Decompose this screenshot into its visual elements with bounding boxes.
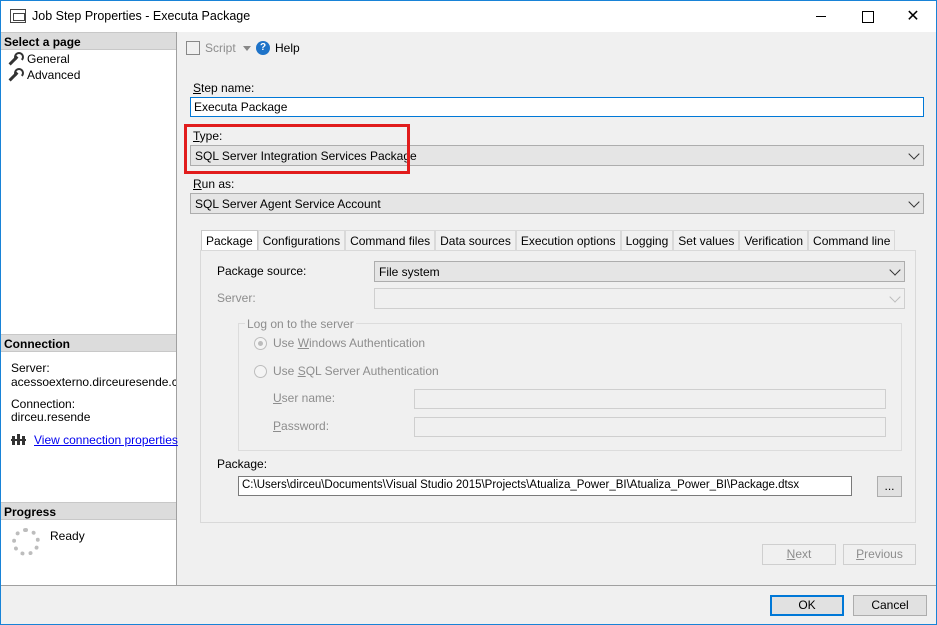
logon-group-label: Log on to the server (245, 317, 356, 331)
password-label: Password: (273, 419, 330, 433)
radio-icon (254, 336, 267, 350)
package-source-label: Package source: (217, 264, 307, 278)
wrench-icon (7, 52, 24, 66)
progress-spinner-icon (12, 528, 40, 556)
progress-status: Ready (50, 529, 85, 543)
step-name-input[interactable]: Executa Package (190, 97, 924, 117)
server-value: acessoexterno.dirceuresende.com\ (11, 375, 176, 389)
user-name-label: User name: (273, 391, 336, 405)
window-title: Job Step Properties - Executa Package (32, 9, 251, 23)
radio-icon (254, 364, 267, 378)
tab-verification[interactable]: Verification (739, 230, 809, 250)
app-icon (10, 9, 26, 23)
tab-execution-options[interactable]: Execution options (515, 230, 621, 250)
sql-auth-label: Use SQL Server Authentication (273, 364, 439, 378)
script-label: Script (205, 41, 236, 55)
help-button[interactable]: ? Help (256, 41, 300, 55)
next-button[interactable]: Next (762, 544, 836, 565)
close-button[interactable]: ✕ (890, 1, 936, 32)
view-connection-properties-link[interactable]: View connection properties (34, 433, 178, 447)
server-label: Server: (11, 361, 50, 375)
server-field-label: Server: (217, 291, 256, 305)
select-page-header: Select a page (1, 32, 176, 50)
script-button[interactable]: Script (186, 41, 251, 55)
tab-data-sources[interactable]: Data sources (435, 230, 516, 250)
run-as-label: Run as: (193, 177, 235, 191)
minimize-button[interactable] (798, 1, 844, 32)
server-select[interactable] (374, 288, 905, 309)
cancel-button[interactable]: Cancel (853, 595, 927, 616)
chevron-down-icon (242, 45, 251, 51)
windows-auth-radio[interactable]: Use Windows Authentication (254, 336, 425, 350)
step-name-label: Step name: (193, 81, 255, 95)
tab-set-values[interactable]: Set values (673, 230, 740, 250)
package-source-select[interactable]: File system (374, 261, 905, 282)
chevron-down-icon (908, 196, 920, 208)
page-item-label: Advanced (27, 68, 81, 82)
password-input[interactable] (414, 417, 886, 437)
maximize-button[interactable] (844, 1, 890, 32)
progress-header: Progress (1, 502, 176, 520)
script-icon (186, 41, 200, 55)
tab-logging[interactable]: Logging (620, 230, 674, 250)
tab-configurations[interactable]: Configurations (257, 230, 346, 250)
package-source-value: File system (379, 265, 440, 279)
left-pane: Select a page General Advanced Connectio… (1, 32, 178, 585)
previous-button[interactable]: Previous (843, 544, 916, 565)
chevron-down-icon (889, 291, 901, 303)
windows-auth-label: Use Windows Authentication (273, 336, 426, 350)
help-icon: ? (256, 41, 270, 55)
sql-auth-radio[interactable]: Use SQL Server Authentication (254, 364, 439, 378)
chevron-down-icon (908, 148, 920, 160)
tab-package[interactable]: Package (201, 230, 258, 251)
highlight-annotation (184, 124, 410, 174)
title-bar: Job Step Properties - Executa Package ✕ (1, 1, 936, 32)
run-as-select[interactable]: SQL Server Agent Service Account (190, 193, 924, 214)
help-label: Help (275, 41, 300, 55)
chevron-down-icon (889, 264, 901, 276)
user-name-input[interactable] (414, 389, 886, 409)
ok-button[interactable]: OK (770, 595, 844, 616)
package-label: Package: (217, 457, 268, 471)
page-item-label: General (27, 52, 70, 66)
browse-button[interactable]: ... (877, 476, 902, 497)
tab-command-line[interactable]: Command line (808, 230, 896, 250)
tab-command-files[interactable]: Command files (345, 230, 436, 250)
package-path-input[interactable]: C:\Users\dirceu\Documents\Visual Studio … (238, 476, 852, 496)
connection-label: Connection: (11, 397, 76, 411)
job-step-properties-window: Job Step Properties - Executa Package ✕ … (0, 0, 937, 625)
run-as-select-value: SQL Server Agent Service Account (195, 197, 381, 211)
page-item-advanced[interactable]: Advanced (7, 67, 80, 83)
connection-value: dirceu.resende (11, 410, 91, 424)
wrench-icon (7, 68, 24, 82)
connection-icon (11, 433, 27, 447)
toolbar: Script ? Help (178, 32, 936, 66)
connection-header: Connection (1, 334, 176, 352)
step-tabs: Package Configurations Command files Dat… (201, 230, 896, 251)
page-item-general[interactable]: General (7, 51, 70, 67)
